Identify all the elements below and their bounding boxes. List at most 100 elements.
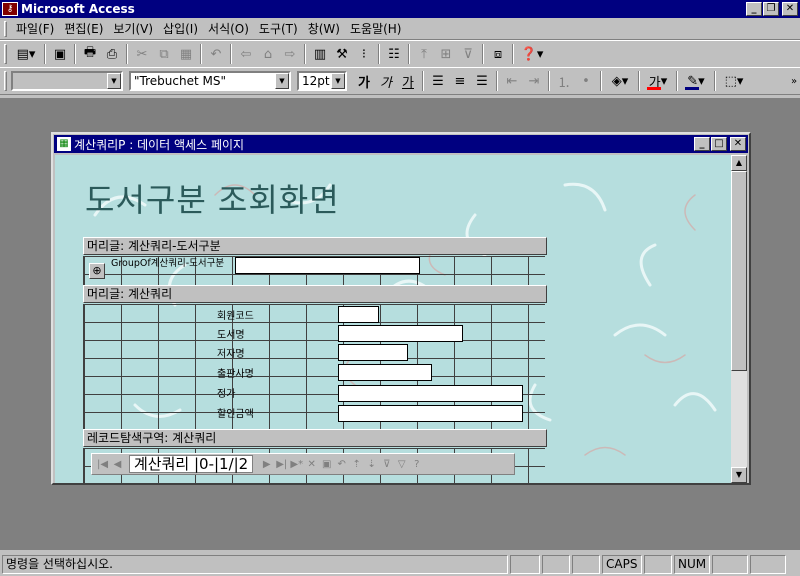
help-icon[interactable]: ❓▾	[517, 43, 547, 65]
previous-record-icon[interactable]: ◀	[110, 456, 125, 472]
status-message: 명령을 선택하십시오.	[2, 554, 508, 574]
toggle-filter-icon[interactable]: ▽	[394, 456, 409, 472]
back-icon[interactable]: ⇦	[235, 43, 257, 65]
group-textbox[interactable]	[235, 257, 420, 274]
chevron-down-icon[interactable]: ▼	[107, 73, 121, 89]
line-color-icon[interactable]: ✎▾	[681, 70, 711, 92]
first-record-icon[interactable]: |◀	[95, 456, 110, 472]
close-button[interactable]: ✕	[782, 2, 798, 16]
view-icon[interactable]: ▤▾	[11, 43, 41, 65]
save-record-icon[interactable]: ▣	[319, 456, 334, 472]
decrease-indent-icon[interactable]: ⇤	[501, 70, 523, 92]
field-price[interactable]	[338, 385, 523, 402]
menu-view[interactable]: 보기(V)	[108, 20, 158, 38]
toolbar-grip[interactable]	[4, 71, 7, 91]
menu-file[interactable]: 파일(F)	[11, 20, 59, 38]
align-left-icon[interactable]: ☰	[427, 70, 449, 92]
undo-record-icon[interactable]: ↶	[334, 456, 349, 472]
section-header-navigation[interactable]: 레코드탐색구역: 계산쿼리	[83, 429, 547, 447]
paste-icon[interactable]: ▦	[175, 43, 197, 65]
menu-help[interactable]: 도움말(H)	[345, 20, 407, 38]
print-icon[interactable]: ⎙	[101, 43, 123, 65]
nav-help-icon[interactable]: ?	[409, 456, 424, 472]
italic-button[interactable]: 가	[375, 70, 397, 92]
forward-icon[interactable]: ⇨	[279, 43, 301, 65]
standard-toolbar: ▤▾ ▣ 🖶 ⎙ ✂ ⧉ ▦ ↶ ⇦ ⌂ ⇨ ▥ ⚒ ⁝ ☷ ⤒ ⊞ ⊽ ⧈ ❓…	[0, 40, 800, 68]
field-list-icon[interactable]: ▥	[309, 43, 331, 65]
sort-ascending-icon[interactable]: ⇡	[349, 456, 364, 472]
access-window: ⚷ Microsoft Access _ ❐ ✕ 파일(F) 편집(E) 보기(…	[0, 0, 800, 576]
file-search-icon[interactable]: 🖶	[79, 43, 101, 65]
promote-icon[interactable]: ⤒	[413, 43, 435, 65]
underline-button[interactable]: 가	[397, 70, 419, 92]
field-label-member-code: 회원코드	[217, 311, 254, 322]
save-icon[interactable]: ▣	[49, 43, 71, 65]
home-icon[interactable]: ⌂	[257, 43, 279, 65]
scroll-down-icon[interactable]: ▼	[731, 467, 747, 483]
status-panel-empty	[644, 554, 672, 574]
sorting-grouping-icon[interactable]: ⁝	[353, 43, 375, 65]
field-publisher[interactable]	[338, 364, 432, 381]
data-access-page-window: ▦ 계산쿼리P : 데이터 액세스 페이지 _ □ ✕ 도서구분 조회화면 머리…	[51, 132, 751, 485]
caps-indicator: CAPS	[602, 554, 642, 574]
field-label-book-name: 도서명	[217, 330, 245, 341]
filter-icon[interactable]: ⊽	[457, 43, 479, 65]
border-icon[interactable]: ⬚▾	[719, 70, 749, 92]
field-discount[interactable]	[338, 405, 523, 422]
bold-button[interactable]: 가	[353, 70, 375, 92]
copy-icon[interactable]: ⧉	[153, 43, 175, 65]
child-minimize-button[interactable]: _	[694, 137, 710, 151]
object-combo[interactable]: ▼	[11, 71, 123, 91]
scroll-thumb[interactable]	[731, 171, 747, 371]
toolbar-grip[interactable]	[4, 44, 7, 64]
bullet-list-icon[interactable]: •	[575, 70, 597, 92]
next-record-icon[interactable]: ▶	[259, 456, 274, 472]
numbered-list-icon[interactable]: ⒈	[553, 70, 575, 92]
filter-by-selection-icon[interactable]: ⊽	[379, 456, 394, 472]
menu-insert[interactable]: 삽입(I)	[158, 20, 203, 38]
field-book-name[interactable]	[338, 325, 463, 342]
vertical-scrollbar[interactable]: ▲ ▼	[731, 155, 747, 483]
menu-window[interactable]: 창(W)	[303, 20, 345, 38]
font-color-button[interactable]: 가 ▾	[643, 70, 673, 92]
record-position: 계산쿼리 |0-|1/|2	[129, 455, 254, 473]
cut-icon[interactable]: ✂	[131, 43, 153, 65]
section-header-query[interactable]: 머리글: 계산쿼리	[83, 285, 547, 303]
align-right-icon[interactable]: ☰	[471, 70, 493, 92]
group-filter-icon[interactable]: ⊞	[435, 43, 457, 65]
minimize-button[interactable]: _	[746, 2, 762, 16]
page-title: 도서구분 조회화면	[85, 181, 340, 219]
font-size-combo[interactable]: 12pt ▼	[297, 71, 347, 91]
properties-icon[interactable]: ☷	[383, 43, 405, 65]
scroll-up-icon[interactable]: ▲	[731, 155, 747, 171]
undo-icon[interactable]: ↶	[205, 43, 227, 65]
chevron-down-icon[interactable]: ▼	[331, 73, 345, 89]
align-center-icon[interactable]: ≡	[449, 70, 471, 92]
last-record-icon[interactable]: ▶|	[274, 456, 289, 472]
fill-color-icon[interactable]: ◈▾	[605, 70, 635, 92]
toolbar-overflow-icon[interactable]: »	[788, 70, 800, 92]
access-key-icon: ⚷	[2, 2, 18, 16]
menu-tools[interactable]: 도구(T)	[254, 20, 303, 38]
field-member-code[interactable]	[338, 306, 379, 323]
new-record-icon[interactable]: ▶*	[289, 456, 304, 472]
sort-descending-icon[interactable]: ⇣	[364, 456, 379, 472]
restore-button[interactable]: ❐	[763, 2, 779, 16]
expand-toggle-icon[interactable]: ⊕	[89, 263, 105, 279]
menu-grip[interactable]	[4, 20, 7, 37]
menu-format[interactable]: 서식(O)	[203, 20, 254, 38]
toolbox-icon[interactable]: ⚒	[331, 43, 353, 65]
section-header-group[interactable]: 머리글: 계산쿼리-도서구분	[83, 237, 547, 255]
increase-indent-icon[interactable]: ⇥	[523, 70, 545, 92]
font-combo[interactable]: "Trebuchet MS" ▼	[129, 71, 291, 91]
field-label-price: 정가	[217, 389, 236, 400]
delete-record-icon[interactable]: ✕	[304, 456, 319, 472]
font-color-swatch	[647, 87, 661, 90]
child-close-button[interactable]: ✕	[730, 137, 746, 151]
database-window-icon[interactable]: ⧈	[487, 43, 509, 65]
menu-edit[interactable]: 편집(E)	[59, 20, 108, 38]
child-title: 계산쿼리P : 데이터 액세스 페이지	[74, 137, 245, 152]
chevron-down-icon[interactable]: ▼	[275, 73, 289, 89]
field-author[interactable]	[338, 344, 408, 361]
child-maximize-button[interactable]: □	[711, 137, 727, 151]
